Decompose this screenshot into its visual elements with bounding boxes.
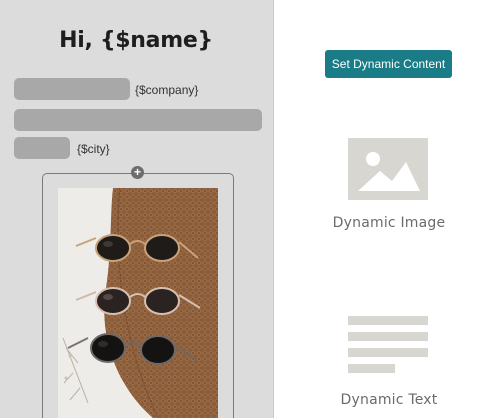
- greeting-heading[interactable]: Hi, {$name}: [0, 28, 272, 53]
- dynamic-text-label[interactable]: Dynamic Text: [289, 392, 489, 408]
- sunglasses-photo[interactable]: [58, 188, 218, 418]
- city-variable-label: {$city}: [77, 142, 110, 156]
- plus-circle-icon[interactable]: +: [131, 166, 144, 179]
- editor-root: Hi, {$name} {$company} {$city} + Set Dyn…: [0, 0, 501, 418]
- text-lines-icon[interactable]: [348, 314, 428, 376]
- city-placeholder-block[interactable]: [14, 137, 70, 159]
- dynamic-image-label[interactable]: Dynamic Image: [289, 215, 489, 231]
- email-preview-panel: Hi, {$name} {$company} {$city} +: [0, 0, 274, 418]
- image-placeholder-icon[interactable]: [348, 138, 428, 200]
- company-placeholder-block[interactable]: [14, 78, 130, 100]
- text-placeholder-block[interactable]: [14, 109, 262, 131]
- company-variable-label: {$company}: [135, 83, 199, 97]
- sunglasses-photo-art: [58, 188, 218, 418]
- set-dynamic-content-button[interactable]: Set Dynamic Content: [325, 50, 452, 78]
